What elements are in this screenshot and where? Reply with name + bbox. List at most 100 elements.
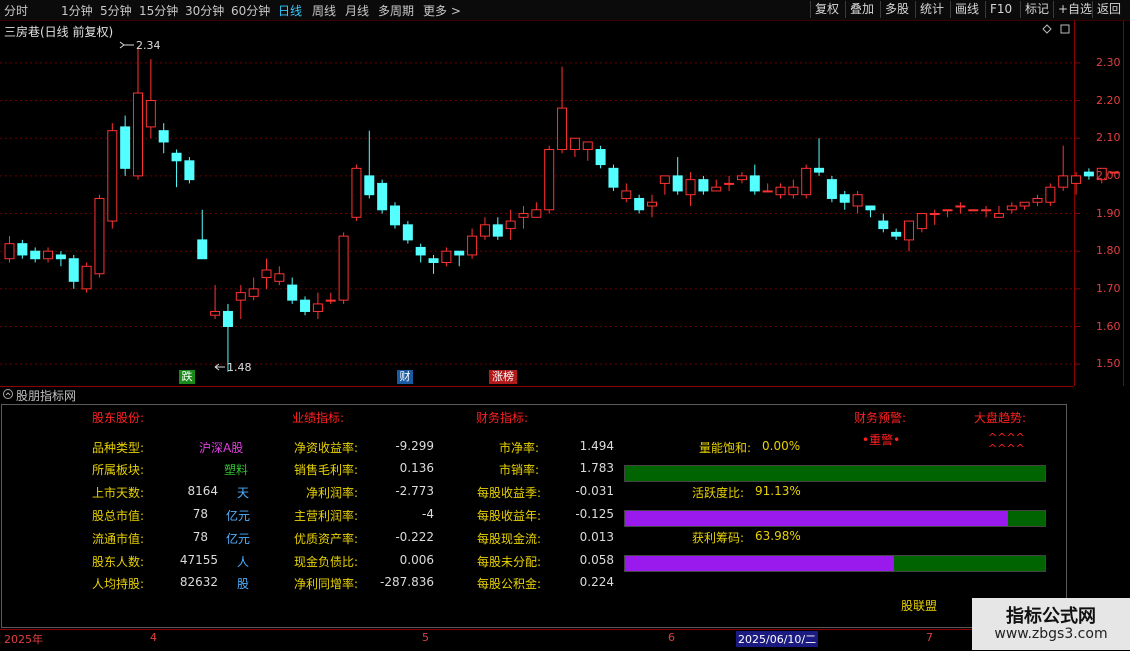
candle-body: [248, 288, 259, 297]
candle-body: [968, 209, 979, 212]
value-reserve: 0.224: [579, 575, 614, 589]
indicator-panel: 股东股份: 业绩指标: 财务指标: 财务预警: 大盘趋势: •重警• ^^^^ …: [1, 404, 1067, 628]
label-pb: 市净率:: [499, 441, 540, 455]
profit-chips-bar: [624, 555, 1046, 572]
candle-body: [865, 205, 876, 211]
period-weekly[interactable]: 周线: [312, 2, 336, 19]
label-eps-y: 每股收益年:: [477, 509, 542, 523]
candle-body: [454, 250, 465, 256]
candle-body: [94, 197, 105, 275]
warning-text: •重警•: [862, 433, 901, 447]
section-finance: 财务指标:: [476, 411, 529, 425]
candle-body: [210, 310, 221, 316]
marker-drop[interactable]: 跌: [179, 370, 195, 384]
label-eps-q: 每股收益季:: [477, 486, 542, 500]
candle-body: [647, 201, 657, 207]
f10-button[interactable]: F10: [985, 1, 1016, 18]
period-30min[interactable]: 30分钟: [185, 2, 224, 19]
candle-body: [312, 303, 323, 312]
y-tick-label: 1.60: [1096, 319, 1121, 333]
candle-body: [981, 209, 992, 212]
label-gross-margin: 销售毛利率:: [294, 463, 359, 477]
candle-body: [891, 231, 902, 237]
candle-body: [1019, 201, 1030, 207]
candle-body: [222, 310, 233, 328]
candle-body: [814, 167, 825, 173]
candle-body: [171, 152, 182, 162]
candle-body: [942, 209, 953, 212]
marker-top-gainers[interactable]: 涨榜: [489, 370, 517, 384]
period-monthly[interactable]: 月线: [345, 2, 369, 19]
section-performance: 业绩指标:: [292, 411, 345, 425]
date-axis: [0, 629, 1130, 651]
mark-button[interactable]: 标记: [1020, 1, 1053, 18]
candle-body: [30, 250, 41, 260]
candle-body: [621, 190, 632, 199]
candle-body: [839, 194, 850, 203]
period-daily[interactable]: 日线: [278, 2, 302, 19]
period-60min[interactable]: 60分钟: [231, 2, 270, 19]
value-undistributed: 0.058: [579, 553, 614, 567]
candle-body: [634, 197, 645, 211]
period-more[interactable]: 更多 >: [423, 2, 461, 19]
candle-body: [441, 250, 452, 263]
collapse-icon[interactable]: [3, 389, 13, 399]
overlay-button[interactable]: 叠加: [845, 1, 878, 18]
candle-body: [325, 299, 336, 302]
date-cursor-label: 2025/06/10/二: [736, 631, 819, 647]
candlestick-chart[interactable]: 2.34 1.48: [0, 21, 1130, 386]
stock-title: 三房巷(日线 前复权): [4, 25, 114, 39]
high-price-label: 2.34: [136, 39, 161, 52]
candle-body: [557, 107, 568, 151]
candle-body: [569, 137, 580, 151]
candle-body: [775, 186, 786, 196]
candle-body: [364, 175, 375, 196]
date-label-jun: 6: [668, 631, 675, 644]
candle-body: [402, 224, 413, 241]
candle-body: [878, 220, 889, 230]
candle-body: [608, 167, 619, 188]
marker-finance[interactable]: 财: [397, 370, 413, 384]
period-5min[interactable]: 5分钟: [100, 2, 132, 19]
watermark-url: www.zbgs3.com: [994, 626, 1108, 642]
section-shareholder: 股东股份:: [92, 411, 145, 425]
candle-body: [1032, 197, 1043, 203]
candle-body: [158, 130, 169, 143]
section-trend: 大盘趋势:: [974, 411, 1027, 425]
candle-body: [351, 167, 362, 218]
candle-body: [1006, 205, 1017, 211]
label-net-margin: 净利润率:: [306, 486, 359, 500]
unit-sector: 塑料: [224, 463, 249, 477]
candle-body: [698, 179, 709, 192]
back-button[interactable]: 返回: [1092, 1, 1125, 18]
candle-body: [518, 213, 529, 218]
add-watchlist-button[interactable]: +自选: [1053, 1, 1096, 18]
adjust-button[interactable]: 复权: [810, 1, 843, 18]
period-15min[interactable]: 15分钟: [139, 2, 178, 19]
candle-body: [17, 243, 28, 256]
period-intraday[interactable]: 分时: [4, 2, 28, 19]
multi-stock-button[interactable]: 多股: [880, 1, 913, 18]
watermark-title: 指标公式网: [1006, 606, 1096, 627]
candle-body: [338, 235, 349, 301]
value-pb: 1.494: [579, 439, 614, 453]
period-multi[interactable]: 多周期: [378, 2, 414, 19]
label-sector: 所属板块:: [92, 463, 145, 477]
draw-button[interactable]: 画线: [950, 1, 983, 18]
box-icon[interactable]: [1060, 24, 1070, 34]
period-1min[interactable]: 1分钟: [61, 2, 93, 19]
label-roe: 净资收益率:: [294, 441, 359, 455]
candle-body: [595, 149, 606, 166]
statistics-button[interactable]: 统计: [915, 1, 948, 18]
label-profit-growth: 净利同增率:: [294, 577, 359, 591]
candle-body: [55, 254, 66, 260]
profit-chips-fill: [625, 556, 894, 571]
candle-body: [68, 258, 79, 282]
unit-total-cap: 亿元: [226, 509, 251, 523]
candle-body: [736, 175, 747, 181]
candle-body: [955, 205, 966, 208]
diamond-icon[interactable]: [1042, 24, 1052, 34]
value-volume-saturation: 0.00%: [762, 439, 801, 453]
candle-body: [390, 205, 400, 226]
y-tick-label: 1.70: [1096, 281, 1121, 295]
